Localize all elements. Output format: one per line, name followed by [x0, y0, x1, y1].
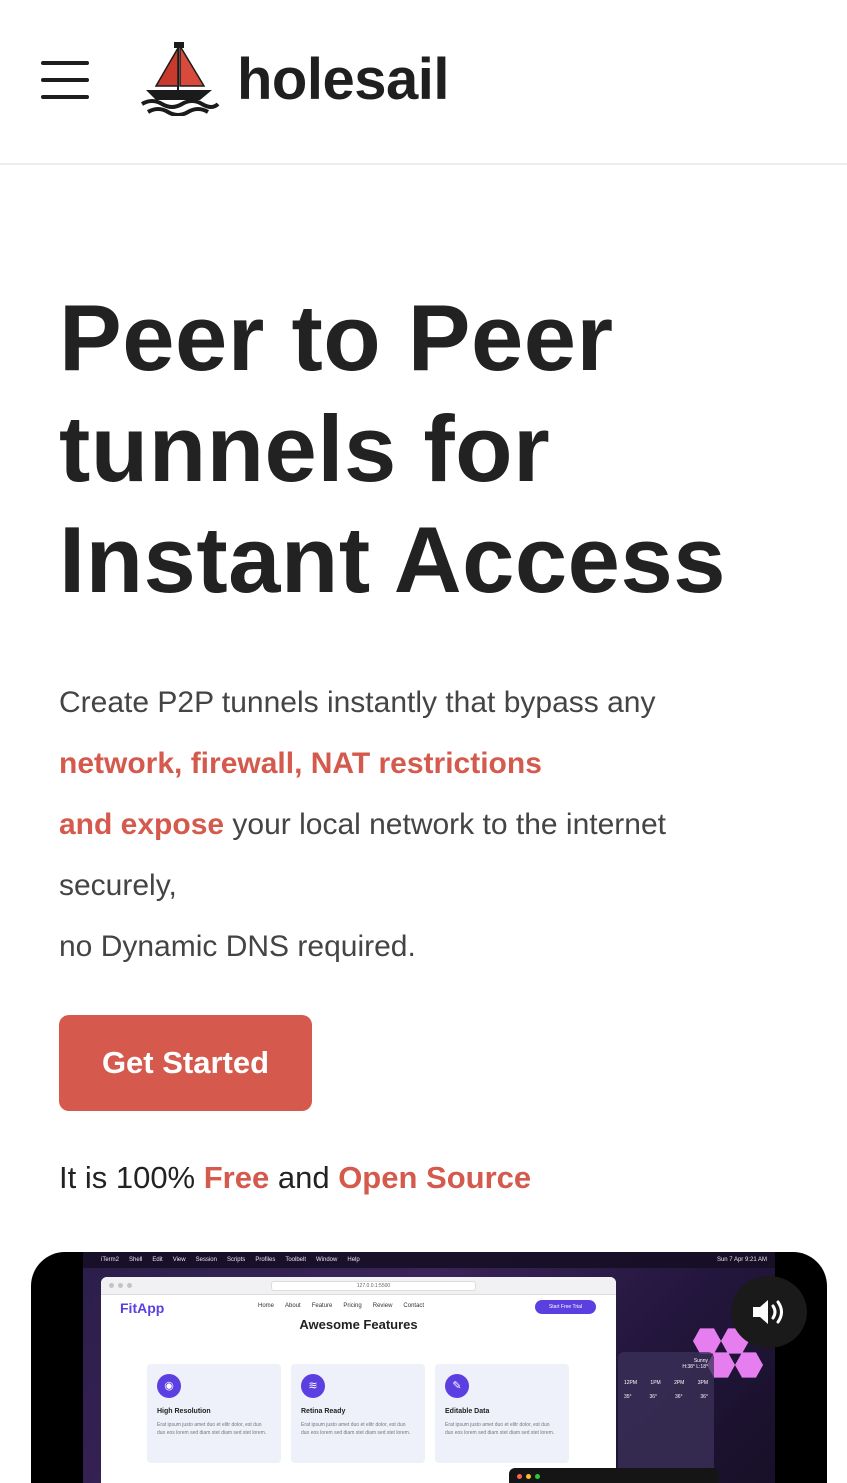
window-controls — [109, 1283, 132, 1288]
hero-title: Peer to Peer tunnels for Instant Access — [59, 282, 819, 615]
free-open-source-line: It is 100% Free and Open Source — [59, 1160, 531, 1196]
feature-card-title: High Resolution — [157, 1408, 211, 1415]
fitapp-trial-button: Start Free Trial — [535, 1300, 596, 1314]
features-title: Awesome Features — [299, 1317, 418, 1332]
open-source-link[interactable]: Open Source — [338, 1160, 531, 1195]
menubar-item: Window — [316, 1257, 338, 1263]
desc-highlight: and expose — [59, 808, 225, 841]
feature-cards: ◉ High Resolution Erat ipsum justo amet … — [147, 1364, 569, 1463]
terminal-window — [509, 1468, 719, 1483]
desc-line: Create P2P tunnels instantly that bypass… — [59, 686, 656, 719]
desc-text: your local network to the internet — [224, 808, 666, 841]
sailboat-logo-icon[interactable] — [138, 40, 220, 116]
menubar-item: Scripts — [226, 1257, 246, 1263]
brand-name[interactable]: holesail — [237, 44, 449, 116]
hero-title-line: Instant Access — [59, 507, 727, 612]
menubar-item: Edit — [152, 1257, 163, 1263]
weather-hours: 12PM 1PM 2PM 3PM — [624, 1380, 708, 1386]
free-prefix: It is 100% — [59, 1160, 204, 1195]
desc-line: no Dynamic DNS required. — [59, 930, 416, 963]
fitapp-link: Review — [372, 1303, 393, 1309]
hero-title-line: tunnels for — [59, 396, 551, 501]
mac-menubar: iTerm2 Shell Edit View Session Scripts P… — [83, 1252, 775, 1268]
weather-range: H:38° L:18° — [682, 1364, 708, 1370]
browser-toolbar: 127.0.0.1:5500 — [101, 1277, 616, 1295]
fitapp-link: Pricing — [343, 1303, 362, 1309]
weather-widget: Sunny H:38° L:18° 12PM 1PM 2PM 3PM 35° 3… — [618, 1352, 714, 1483]
menubar-clock: Sun 7 Apr 9:21 AM — [716, 1257, 767, 1263]
free-link[interactable]: Free — [204, 1160, 269, 1195]
weather-temp: 36° — [700, 1394, 708, 1400]
site-header: holesail — [0, 0, 847, 165]
menubar-item: Session — [195, 1257, 217, 1263]
browser-window: 127.0.0.1:5500 FitApp Home About Feature… — [101, 1277, 616, 1483]
fitapp-links: Home About Feature Pricing Review Contac… — [258, 1303, 424, 1309]
weather-hour: 12PM — [624, 1380, 638, 1386]
feature-card: ≋ Retina Ready Erat ipsum justo amet duo… — [291, 1364, 425, 1463]
fitapp-logo: FitApp — [120, 1300, 165, 1316]
speaker-volume-icon[interactable] — [731, 1276, 807, 1348]
fitapp-nav: FitApp Home About Feature Pricing Review… — [101, 1295, 616, 1317]
desc-line: securely, — [59, 869, 177, 902]
weather-hour: 3PM — [697, 1380, 708, 1386]
menubar-item: Profiles — [255, 1257, 276, 1263]
hero-title-line: Peer to Peer — [59, 285, 614, 390]
fitapp-link: About — [285, 1303, 301, 1309]
weather-temp: 35° — [624, 1394, 632, 1400]
feature-card-title: Retina Ready — [301, 1408, 346, 1415]
edit-icon: ✎ — [445, 1374, 469, 1398]
window-controls — [517, 1474, 540, 1479]
menubar-item: View — [172, 1257, 186, 1263]
feature-card-text: Erat ipsum justo amet duo et elitr dolor… — [157, 1422, 267, 1436]
layers-icon: ≋ — [301, 1374, 325, 1398]
hero-description: Create P2P tunnels instantly that bypass… — [59, 672, 799, 977]
video-screen: iTerm2 Shell Edit View Session Scripts P… — [83, 1252, 775, 1483]
feature-card-text: Erat ipsum justo amet duo et elitr dolor… — [301, 1422, 411, 1436]
fitapp-link: Contact — [403, 1303, 425, 1309]
feature-card-title: Editable Data — [445, 1408, 490, 1415]
feature-card-text: Erat ipsum justo amet duo et elitr dolor… — [445, 1422, 555, 1436]
eye-icon: ◉ — [157, 1374, 181, 1398]
weather-temp: 36° — [649, 1394, 658, 1400]
menubar-item: Toolbelt — [285, 1257, 307, 1263]
menubar-item: iTerm2 — [101, 1257, 120, 1263]
get-started-button[interactable]: Get Started — [59, 1015, 312, 1111]
free-middle: and — [269, 1160, 339, 1195]
fitapp-link: Feature — [311, 1303, 333, 1309]
demo-video[interactable]: iTerm2 Shell Edit View Session Scripts P… — [31, 1252, 827, 1483]
feature-card: ✎ Editable Data Erat ipsum justo amet du… — [435, 1364, 569, 1463]
url-bar: 127.0.0.1:5500 — [271, 1281, 476, 1291]
fitapp-link: Home — [258, 1303, 275, 1309]
menubar-item: Help — [347, 1257, 360, 1263]
weather-temp: 36° — [674, 1394, 683, 1400]
weather-hour: 1PM — [650, 1380, 661, 1386]
desc-highlight: network, firewall, NAT restrictions — [59, 747, 542, 780]
hamburger-menu-icon[interactable] — [41, 61, 89, 99]
weather-hour: 2PM — [674, 1380, 685, 1386]
weather-temps: 35° 36° 36° 36° — [624, 1394, 708, 1400]
desc-line: and expose your local network to the int… — [59, 794, 799, 855]
menubar-item: Shell — [129, 1257, 143, 1263]
feature-card: ◉ High Resolution Erat ipsum justo amet … — [147, 1364, 281, 1463]
